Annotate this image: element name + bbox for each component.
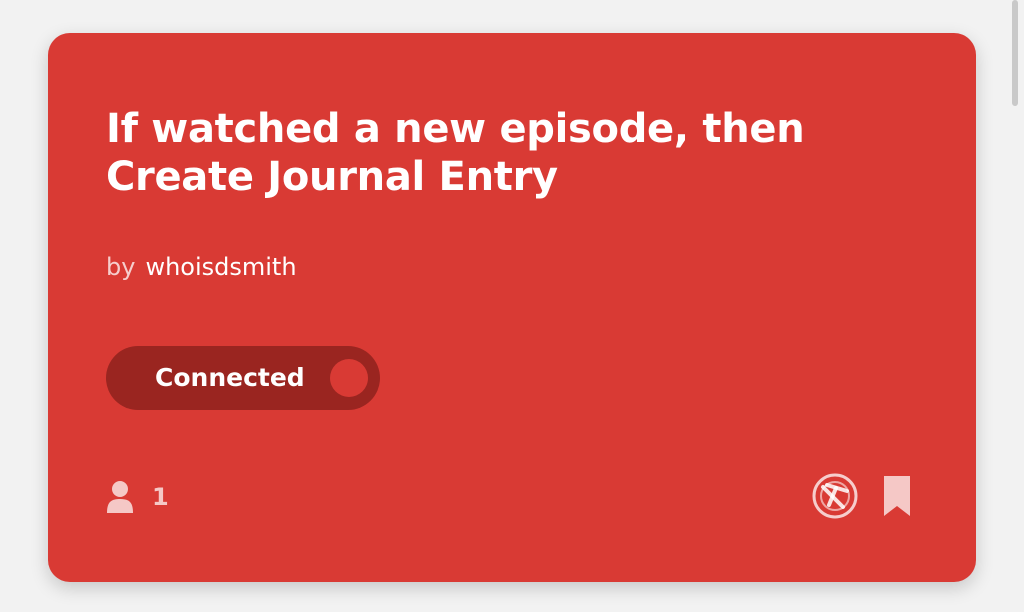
user-count: 1 bbox=[106, 480, 169, 514]
author-name[interactable]: whoisdsmith bbox=[145, 253, 296, 281]
bookmark-icon[interactable] bbox=[881, 474, 913, 518]
byline: by whoisdsmith bbox=[106, 252, 297, 282]
applet-title: If watched a new episode, then Create Jo… bbox=[106, 106, 805, 200]
page-scrollbar[interactable] bbox=[1012, 0, 1018, 106]
byline-prefix: by bbox=[106, 253, 136, 281]
trakt-logo-icon bbox=[812, 473, 858, 519]
applet-card[interactable]: If watched a new episode, then Create Jo… bbox=[48, 33, 976, 582]
users-count: 1 bbox=[152, 483, 169, 511]
toggle-label: Connected bbox=[155, 363, 305, 392]
connect-toggle[interactable]: Connected bbox=[106, 346, 380, 410]
person-icon bbox=[107, 481, 133, 513]
toggle-knob bbox=[330, 359, 368, 397]
